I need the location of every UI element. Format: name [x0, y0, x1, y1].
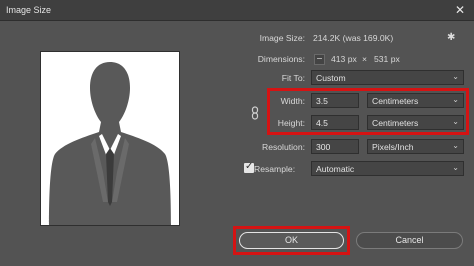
chevron-down-icon: ⌄: [452, 95, 459, 104]
resample-checkbox[interactable]: ✓: [244, 161, 254, 173]
fit-to-select[interactable]: Custom ⌄: [311, 70, 464, 85]
dimensions-toggle[interactable]: [314, 54, 325, 65]
width-label: Width:: [280, 96, 305, 106]
link-chain-icon[interactable]: [250, 106, 260, 120]
chevron-down-icon: ⌄: [452, 163, 459, 172]
resample-label: Resample:: [254, 164, 296, 174]
resolution-unit-select[interactable]: Pixels/Inch ⌄: [367, 139, 464, 154]
image-size-value: 214.2K (was 169.0K): [313, 33, 394, 43]
title-bar: Image Size ✕: [0, 0, 474, 21]
fit-to-value: Custom: [316, 73, 346, 83]
cancel-button[interactable]: Cancel: [356, 232, 463, 249]
gear-icon[interactable]: ✱: [447, 32, 455, 43]
dimensions-width: 413 px: [331, 54, 357, 64]
dimensions-separator: ×: [362, 54, 368, 64]
width-unit-select[interactable]: Centimeters ⌄: [367, 93, 464, 108]
resample-select[interactable]: Automatic ⌄: [311, 161, 464, 176]
width-input[interactable]: 3.5: [311, 93, 359, 108]
height-unit-value: Centimeters: [372, 118, 419, 128]
ok-button[interactable]: OK: [239, 232, 344, 249]
window-title: Image Size: [6, 5, 52, 15]
chevron-down-icon: ⌄: [452, 117, 459, 126]
image-size-label: Image Size:: [259, 33, 305, 43]
width-unit-value: Centimeters: [372, 96, 419, 106]
fit-to-label: Fit To:: [281, 73, 305, 83]
resolution-input[interactable]: 300: [311, 139, 359, 154]
resolution-unit-value: Pixels/Inch: [372, 142, 414, 152]
resolution-label: Resolution:: [262, 142, 305, 152]
checkmark-icon: ✓: [245, 161, 254, 172]
chevron-down-icon: ⌄: [452, 72, 459, 81]
height-input[interactable]: 4.5: [311, 115, 359, 130]
image-preview: [40, 51, 180, 226]
resample-value: Automatic: [316, 164, 355, 174]
close-icon[interactable]: ✕: [450, 1, 470, 19]
dimensions-label: Dimensions:: [257, 54, 305, 64]
person-silhouette-icon: [49, 62, 171, 225]
dimensions-height: 531 px: [374, 54, 400, 64]
height-unit-select[interactable]: Centimeters ⌄: [367, 115, 464, 130]
chevron-down-icon: ⌄: [452, 141, 459, 150]
height-label: Height:: [277, 118, 305, 128]
